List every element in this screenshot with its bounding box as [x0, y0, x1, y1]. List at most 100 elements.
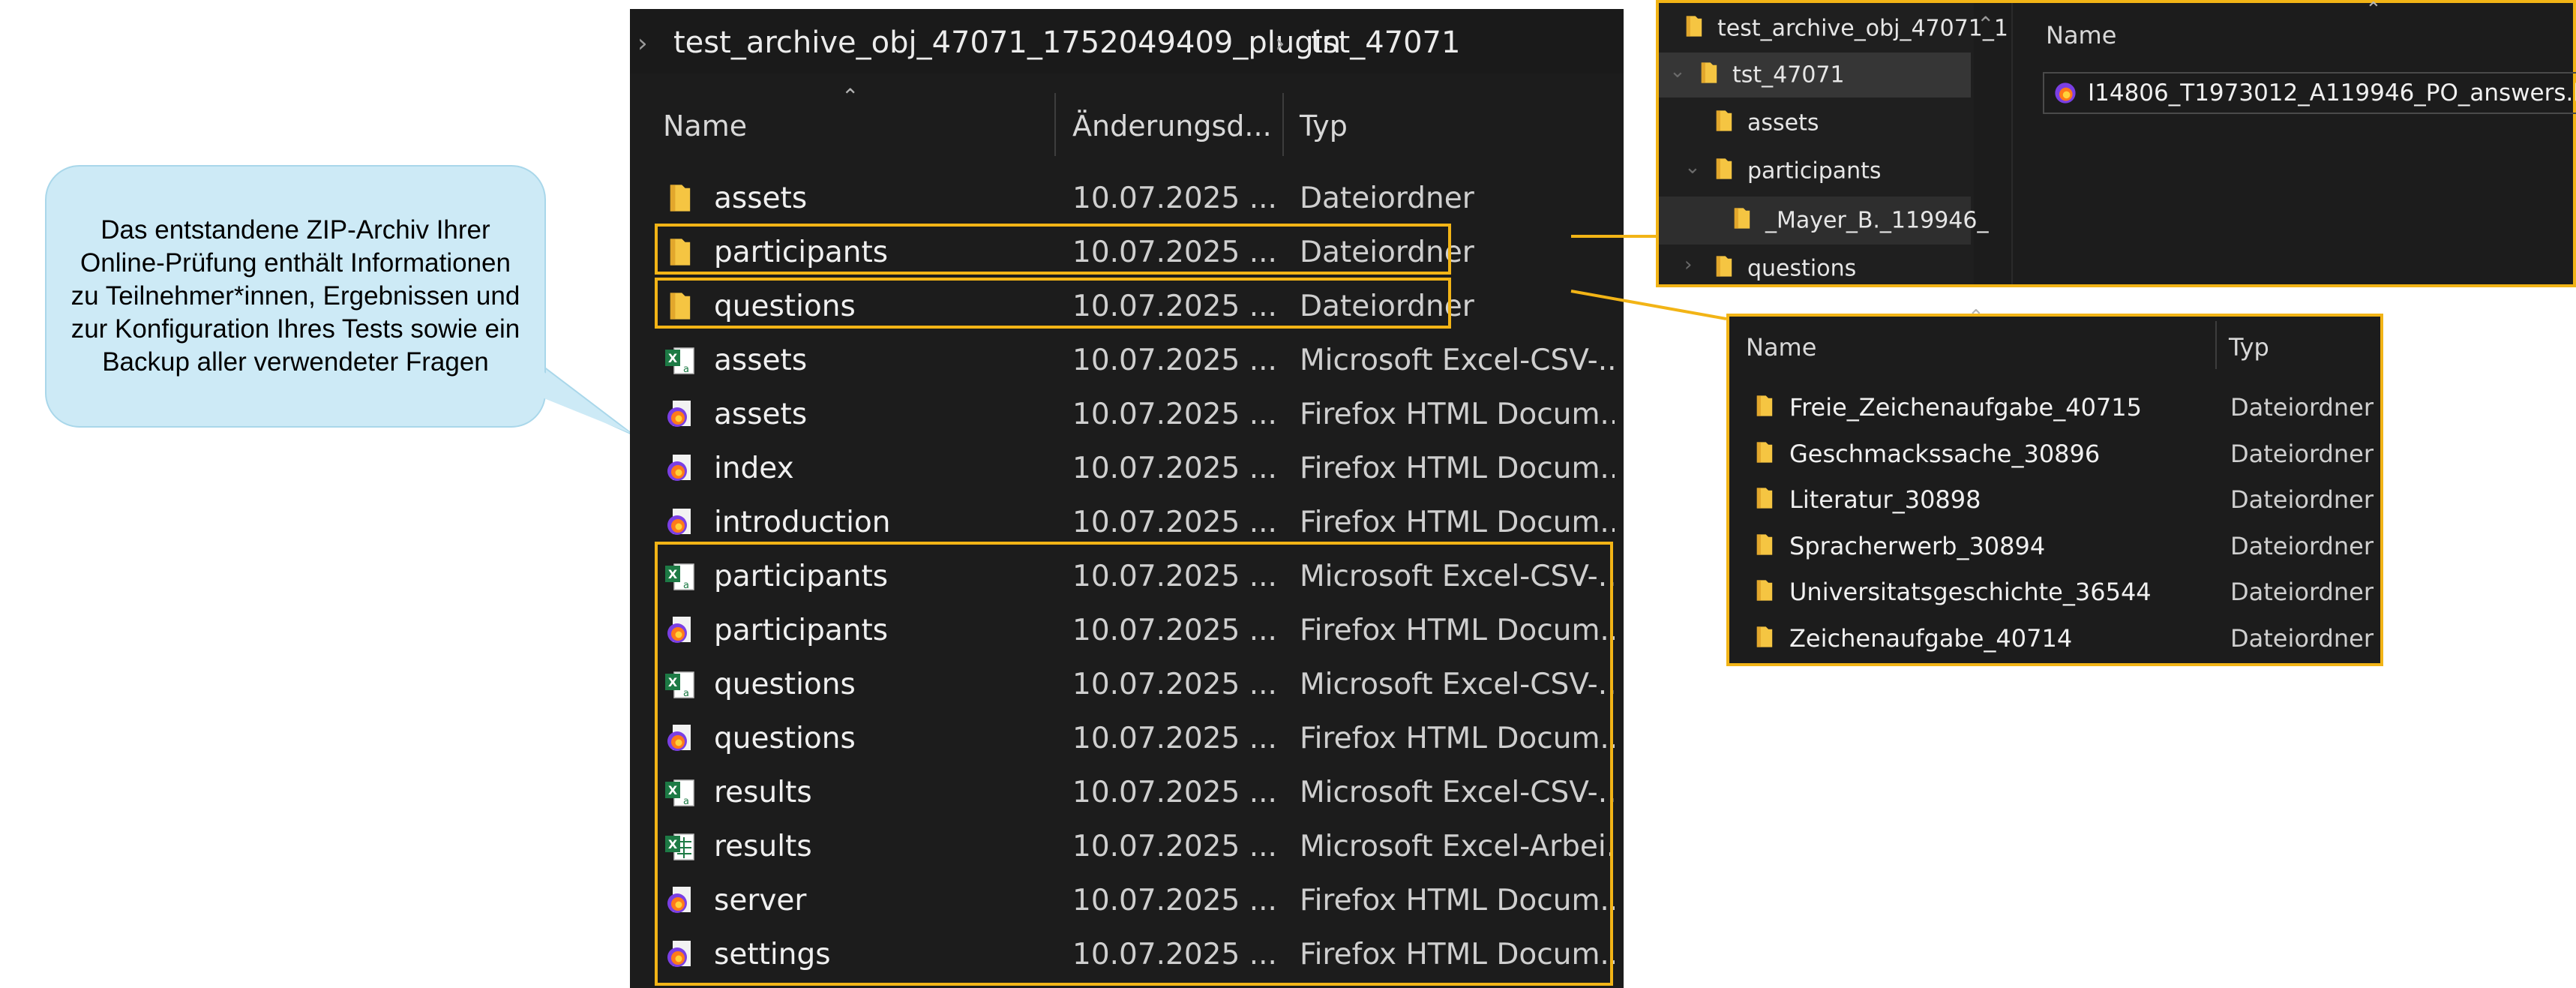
sort-caret-icon: ⌃	[2365, 0, 2382, 21]
folder-type: Dateiordner	[2230, 393, 2374, 422]
file-type: Firefox HTML Docum...	[1300, 506, 1615, 539]
tree-item-label: assets	[1747, 110, 1819, 137]
folder-name: Spracherwerb_30894	[1789, 531, 2046, 560]
firefox-html-icon	[664, 452, 697, 485]
chevron-right-icon[interactable]: ›	[1275, 29, 1285, 59]
file-type: Dateiordner	[1300, 182, 1474, 215]
callout-line: Das entstandene ZIP-Archiv Ihrer	[100, 215, 490, 245]
tree-item[interactable]: _Mayer_B._119946_	[1729, 206, 1988, 237]
folder-name: Freie_Zeichenaufgabe_40715	[1789, 393, 2143, 422]
folder-icon	[1681, 14, 1707, 45]
file-date: 10.07.2025 ...	[1072, 182, 1277, 215]
tree-item[interactable]: ⌄ participants	[1684, 156, 1882, 188]
callout-line: Backup aller verwendeter Fragen	[102, 347, 489, 377]
callout-line: zu Teilnehmer*innen, Ergebnissen und	[70, 281, 520, 311]
tree-item-label: questions	[1747, 255, 1857, 282]
column-type[interactable]: Typ	[1300, 110, 1348, 143]
chevron-right-icon[interactable]: ›	[1684, 254, 1692, 276]
tree-item[interactable]: ⌄ tst_47071	[1669, 60, 1845, 92]
firefox-html-icon	[664, 506, 697, 539]
folder-type: Dateiordner	[2230, 439, 2374, 468]
folder-icon	[1729, 206, 1755, 237]
file-name: assets	[714, 398, 808, 431]
file-row[interactable]: index 10.07.2025 ... Firefox HTML Docum...	[630, 441, 1624, 495]
file-row[interactable]: assets 10.07.2025 ... Firefox HTML Docum..…	[630, 387, 1624, 441]
firefox-html-icon	[664, 398, 697, 431]
chevron-down-icon[interactable]: ⌄	[1684, 156, 1701, 179]
highlight-export-files	[655, 542, 1613, 986]
folder-row[interactable]: Universitatsgeschichte_36544 Dateiordner	[1729, 570, 2380, 614]
file-date: 10.07.2025 ...	[1072, 344, 1277, 377]
file-date: 10.07.2025 ...	[1072, 398, 1277, 431]
breadcrumb: › test_archive_obj_47071_1752049409_plug…	[630, 9, 1624, 74]
folder-icon	[1752, 578, 1777, 603]
pane-divider[interactable]	[2011, 3, 2013, 284]
folder-type: Dateiordner	[2230, 485, 2374, 514]
breadcrumb-item[interactable]: tst_47071	[1311, 26, 1460, 60]
file-row[interactable]: Xa assets 10.07.2025 ... Microsoft Excel-CS…	[630, 333, 1624, 387]
main-explorer-window: › test_archive_obj_47071_1752049409_plug…	[630, 9, 1624, 988]
tree-item[interactable]: assets	[1711, 108, 1819, 140]
file-name: I14806_T1973012_A119946_PO_answers.html	[2088, 80, 2576, 107]
participants-folder-panel: test_archive_obj_47071_1 ⌄ tst_47071assets…	[1656, 0, 2576, 287]
folder-icon	[1711, 156, 1737, 188]
column-header: ⌃ Name Änderungsd... Typ	[630, 74, 1624, 171]
file-type: Firefox HTML Docum...	[1300, 398, 1615, 431]
tree-item-label: participants	[1747, 158, 1882, 185]
folder-row[interactable]: Geschmackssache_30896 Dateiordner	[1729, 432, 2380, 476]
tree-item-label: test_archive_obj_47071_1	[1717, 15, 2008, 42]
file-row[interactable]: assets 10.07.2025 ... Dateiordner	[630, 171, 1624, 225]
column-divider[interactable]	[2215, 321, 2217, 369]
column-name[interactable]: Name	[2046, 21, 2116, 50]
highlight-questions-folder	[655, 278, 1451, 329]
file-name: assets	[714, 182, 808, 215]
file-name: index	[714, 452, 794, 485]
svg-text:X: X	[668, 351, 678, 365]
column-name[interactable]: Name	[1746, 333, 1816, 362]
folder-type: Dateiordner	[2230, 531, 2374, 560]
column-name[interactable]: Name	[663, 110, 747, 143]
folder-icon	[1752, 393, 1777, 419]
folder-name: Geschmackssache_30896	[1789, 439, 2101, 468]
folder-row[interactable]: Freie_Zeichenaufgabe_40715 Dateiordner	[1729, 386, 2380, 429]
tree-item-label: tst_47071	[1732, 62, 1845, 89]
file-item-answers[interactable]: I14806_T1973012_A119946_PO_answers.html	[2043, 72, 2576, 114]
folder-row[interactable]: Literatur_30898 Dateiordner	[1729, 478, 2380, 521]
breadcrumb-item[interactable]: test_archive_obj_47071_1752049409_plugin	[673, 26, 1341, 60]
svg-text:a: a	[683, 364, 689, 375]
tree-item[interactable]: test_archive_obj_47071_1	[1681, 14, 2008, 45]
folder-icon	[1711, 254, 1737, 285]
folder-name: Literatur_30898	[1789, 485, 1981, 514]
excel-csv-icon: Xa	[664, 344, 697, 377]
questions-folder-panel: ⌃ Name Typ Freie_Zeichenaufgabe_40715 Dat…	[1726, 306, 2383, 666]
firefox-html-icon	[2055, 83, 2076, 104]
sort-caret-icon: ⌃	[841, 84, 859, 109]
folder-row[interactable]: Spracherwerb_30894 Dateiordner	[1729, 524, 2380, 568]
info-callout: Das entstandene ZIP-Archiv Ihrer Online-…	[45, 165, 546, 428]
chevron-right-icon[interactable]: ›	[637, 29, 648, 59]
callout-line: Online-Prüfung enthält Informationen	[80, 248, 511, 278]
folder-icon	[1752, 485, 1777, 511]
folder-type: Dateiordner	[2230, 623, 2374, 653]
callout-line: zur Konfiguration Ihres Tests sowie ein	[70, 314, 520, 344]
file-type: Microsoft Excel-CSV-...	[1300, 344, 1615, 377]
folder-icon	[1752, 440, 1777, 465]
scroll-up-icon[interactable]: ⌃	[1977, 12, 1994, 37]
folder-row[interactable]: Zeichenaufgabe_40714 Dateiordner	[1729, 617, 2380, 660]
tree-item[interactable]: › questions	[1684, 254, 1857, 285]
folder-icon	[1711, 108, 1737, 140]
file-date: 10.07.2025 ...	[1072, 452, 1277, 485]
file-name: introduction	[714, 506, 891, 539]
tree-item-label: _Mayer_B._119946_	[1765, 207, 1989, 234]
file-type: Firefox HTML Docum...	[1300, 452, 1615, 485]
column-date[interactable]: Änderungsd...	[1072, 110, 1272, 143]
sort-caret-icon: ⌃	[1968, 306, 1984, 329]
column-divider[interactable]	[1054, 93, 1056, 156]
chevron-down-icon[interactable]: ⌄	[1669, 60, 1686, 83]
column-divider[interactable]	[1282, 93, 1284, 156]
column-type[interactable]: Typ	[2229, 333, 2269, 362]
file-name: assets	[714, 344, 808, 377]
folder-name: Zeichenaufgabe_40714	[1789, 623, 2073, 653]
folder-icon	[1752, 624, 1777, 650]
highlight-participants-folder	[655, 224, 1451, 275]
